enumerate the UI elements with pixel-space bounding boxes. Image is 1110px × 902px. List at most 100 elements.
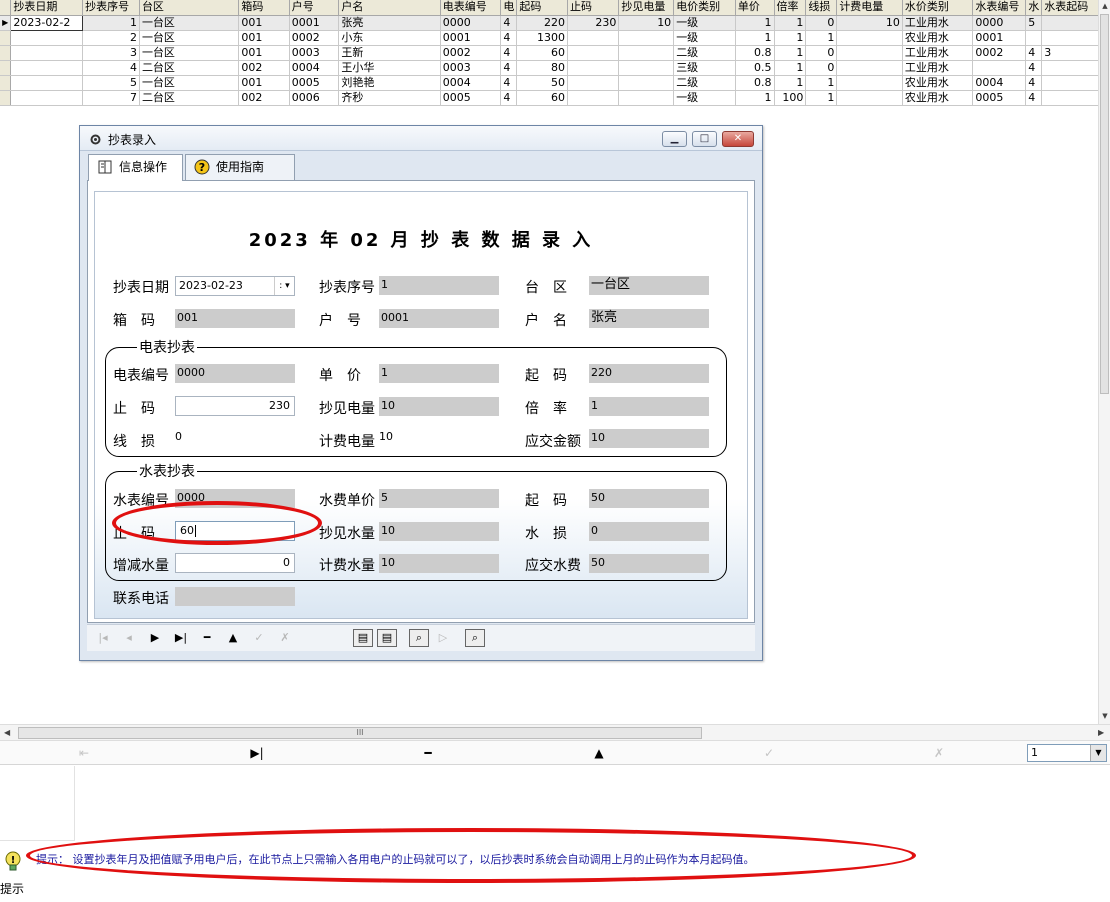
table-cell[interactable]: 0002 xyxy=(972,45,1027,61)
table-cell[interactable] xyxy=(836,75,903,91)
table-cell[interactable]: 001 xyxy=(238,45,290,61)
row-header[interactable] xyxy=(0,60,12,76)
table-cell[interactable]: 4 xyxy=(500,30,518,46)
scroll-right-icon[interactable]: ▶ xyxy=(1098,725,1104,741)
horizontal-scroll-thumb[interactable]: III xyxy=(18,727,702,739)
dialog-titlebar[interactable]: 抄表录入 ▁ □ ✕ xyxy=(80,126,762,151)
table-cell[interactable]: 5 xyxy=(1025,15,1043,31)
table-cell[interactable]: 002 xyxy=(238,60,290,76)
table-cell[interactable] xyxy=(567,30,620,46)
table-cell[interactable]: 0 xyxy=(805,15,838,31)
table-cell[interactable]: 220 xyxy=(516,15,568,31)
table-cell[interactable]: 2 xyxy=(82,30,140,46)
table-cell[interactable] xyxy=(618,45,675,61)
table-cell[interactable]: 4 xyxy=(1025,75,1043,91)
grid-column-header[interactable]: 箱码 xyxy=(238,0,290,16)
table-cell[interactable]: 10 xyxy=(836,15,903,31)
table-cell[interactable]: 50 xyxy=(516,75,568,91)
table-cell[interactable]: 1 xyxy=(735,30,775,46)
table-cell[interactable]: 0.8 xyxy=(735,75,775,91)
grid-column-header[interactable]: 起码 xyxy=(516,0,568,16)
table-cell[interactable] xyxy=(1025,30,1043,46)
table-cell[interactable]: 0003 xyxy=(289,45,340,61)
table-cell[interactable]: 4 xyxy=(1025,60,1043,76)
zoom-icon[interactable]: ⌕ xyxy=(465,629,485,647)
date-picker[interactable]: 2023-02-23 : ▾ xyxy=(175,276,295,296)
table-cell[interactable]: 一台区 xyxy=(139,75,240,91)
table-cell[interactable]: 0000 xyxy=(440,15,502,31)
table-cell[interactable]: 工业用水 xyxy=(902,15,974,31)
delete-record-icon[interactable]: ━ xyxy=(197,629,217,647)
scroll-down-icon[interactable]: ▼ xyxy=(1099,710,1110,722)
table-cell[interactable] xyxy=(972,60,1027,76)
table-cell[interactable] xyxy=(10,60,84,76)
table-cell[interactable]: 1 xyxy=(774,60,807,76)
table-cell[interactable]: 10 xyxy=(618,15,675,31)
table-cell[interactable] xyxy=(836,30,903,46)
table-cell[interactable]: 1 xyxy=(774,15,807,31)
table-cell[interactable] xyxy=(836,90,903,106)
table-cell[interactable] xyxy=(618,75,675,91)
table-cell[interactable]: 工业用水 xyxy=(902,45,974,61)
grid-column-header[interactable]: 台区 xyxy=(139,0,240,16)
table-cell[interactable]: 0002 xyxy=(440,45,502,61)
row-header[interactable] xyxy=(0,75,12,91)
table-cell[interactable]: 002 xyxy=(238,90,290,106)
grid-column-header[interactable]: 抄表序号 xyxy=(82,0,140,16)
nav-edit-icon[interactable]: ▲ xyxy=(587,744,611,762)
table-cell[interactable]: 0001 xyxy=(440,30,502,46)
table-row[interactable]: 7 二台区 002 0006 齐秒 0005 4 60 一级 1 100 1 农业用水 0005 4 xyxy=(0,90,1110,106)
table-cell[interactable]: 001 xyxy=(238,15,290,31)
chevron-down-icon[interactable]: : ▾ xyxy=(274,277,294,295)
grid-column-header[interactable]: 水价类别 xyxy=(902,0,974,16)
table-cell[interactable]: 4 xyxy=(500,15,518,31)
table-cell[interactable]: 一级 xyxy=(673,90,736,106)
horizontal-scrollbar[interactable]: ◀ III ▶ xyxy=(0,724,1110,741)
table-cell[interactable]: 4 xyxy=(500,60,518,76)
records-table[interactable]: 抄表日期 抄表序号 台区 箱码 户号 户名 电表编号电起码 止码 抄见电量 电价类别 单价 倍率 线损计… xyxy=(0,0,1110,106)
table-row[interactable]: 2 一台区 001 0002 小东 0001 4 1300 一级 1 1 1 农业用水 0001 xyxy=(0,30,1110,46)
table-cell[interactable] xyxy=(1041,90,1105,106)
table-cell[interactable]: 一台区 xyxy=(139,30,240,46)
table-cell[interactable]: 二台区 xyxy=(139,90,240,106)
cancel-record-icon[interactable]: ✗ xyxy=(275,629,295,647)
minimize-button[interactable]: ▁ xyxy=(662,131,687,147)
table-cell[interactable] xyxy=(567,75,620,91)
table-cell[interactable] xyxy=(618,90,675,106)
grid-column-header[interactable]: 电表编号 xyxy=(440,0,502,16)
table-cell[interactable]: 三级 xyxy=(673,60,736,76)
row-header[interactable] xyxy=(0,45,12,61)
table-cell[interactable]: 二台区 xyxy=(139,60,240,76)
vertical-scrollbar[interactable]: ▲ ▼ xyxy=(1098,0,1110,724)
table-cell[interactable]: 农业用水 xyxy=(902,30,974,46)
table-cell[interactable]: 0003 xyxy=(440,60,502,76)
table-cell[interactable] xyxy=(836,60,903,76)
table-cell[interactable]: 小东 xyxy=(338,30,441,46)
table-cell[interactable] xyxy=(1041,75,1105,91)
tab-info-operation[interactable]: 信息操作 xyxy=(88,154,183,181)
grid-column-header[interactable]: 户号 xyxy=(289,0,340,16)
table-cell[interactable]: 一台区 xyxy=(139,15,240,31)
first-record-icon[interactable]: |◂ xyxy=(93,629,113,647)
table-cell[interactable] xyxy=(10,30,84,46)
table-row[interactable]: ▶ 2023-02-2 1 一台区 001 0001 张亮 0000 4 220 230 10 一级 1 1… xyxy=(0,14,1110,31)
grid-column-header[interactable]: 计费电量 xyxy=(836,0,903,16)
table-cell[interactable]: 0.5 xyxy=(735,60,775,76)
table-cell[interactable]: 100 xyxy=(774,90,807,106)
table-cell[interactable]: 0006 xyxy=(289,90,340,106)
table-cell[interactable]: 0 xyxy=(805,60,838,76)
forward-icon[interactable]: ▷ xyxy=(433,629,453,647)
table-cell[interactable] xyxy=(567,45,620,61)
table-cell[interactable]: 1 xyxy=(805,30,838,46)
table-cell[interactable]: 1 xyxy=(735,15,775,31)
table-cell[interactable]: 1 xyxy=(774,45,807,61)
grid-column-header[interactable]: 水表起码 xyxy=(1041,0,1105,16)
table-cell[interactable] xyxy=(1041,30,1105,46)
close-button[interactable]: ✕ xyxy=(722,131,754,147)
table-cell[interactable]: 王新 xyxy=(338,45,441,61)
nav-delete-icon[interactable]: ━ xyxy=(416,744,440,762)
table-cell[interactable]: 农业用水 xyxy=(902,90,974,106)
table-cell[interactable]: 刘艳艳 xyxy=(338,75,441,91)
table-cell[interactable]: 0004 xyxy=(972,75,1027,91)
grid-column-header[interactable]: 水表编号 xyxy=(972,0,1027,16)
